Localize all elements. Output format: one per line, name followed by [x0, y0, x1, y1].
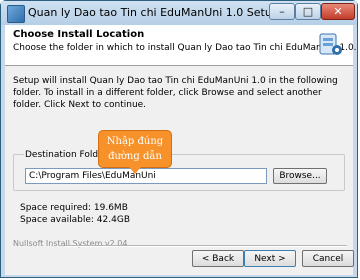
space-required: Space required: 19.6MB	[20, 203, 128, 213]
back-button[interactable]: < Back	[192, 250, 244, 267]
minimize-icon: –	[279, 5, 285, 18]
app-icon	[7, 5, 25, 23]
intro-text: Setup will install Quan ly Dao tao Tin c…	[13, 76, 338, 110]
window-title: Quan ly Dao tao Tin chi EduManUni 1.0 Se…	[28, 6, 279, 19]
tooltip-line-1: Nhập đúng	[106, 136, 164, 147]
tooltip-line-2: đường dẫn	[108, 151, 162, 162]
maximize-button[interactable]: □	[295, 3, 321, 20]
destination-label: Destination Folder	[24, 150, 109, 160]
footer-divider	[65, 245, 347, 247]
title-bar[interactable]: Quan ly Dao tao Tin chi EduManUni 1.0 Se…	[1, 1, 357, 25]
close-button[interactable]: ✕	[321, 3, 355, 20]
page-subtitle: Choose the folder in which to install Qu…	[13, 43, 357, 53]
dialog-content: Choose Install Location Choose the folde…	[5, 25, 357, 275]
close-icon: ✕	[333, 5, 343, 18]
installer-icon	[319, 33, 342, 55]
page-title: Choose Install Location	[13, 29, 145, 40]
minimize-button[interactable]: –	[269, 3, 295, 20]
browse-button[interactable]: Browse...	[273, 168, 327, 184]
space-available: Space available: 42.4GB	[20, 215, 130, 225]
destination-path-field[interactable]: C:\Program Files\EduManUni	[25, 168, 267, 184]
callout-tooltip: Nhập đúng đường dẫn	[98, 130, 172, 174]
setup-window: Quan ly Dao tao Tin chi EduManUni 1.0 Se…	[0, 0, 358, 278]
cancel-button[interactable]: Cancel	[302, 250, 354, 267]
maximize-icon: □	[302, 5, 314, 18]
next-button[interactable]: Next >	[244, 250, 296, 267]
header-panel: Choose Install Location Choose the folde…	[5, 25, 357, 66]
